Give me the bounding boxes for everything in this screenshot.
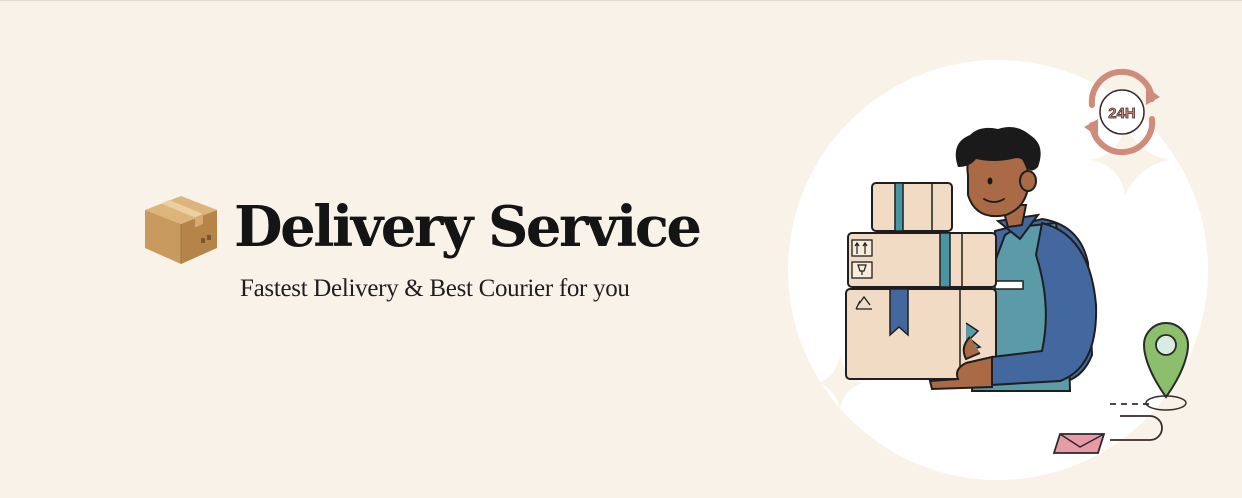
top-border <box>0 0 1242 1</box>
delivery-illustration: 24H <box>788 60 1208 480</box>
cardboard-box-icon <box>145 196 217 264</box>
envelope-icon <box>1052 433 1106 454</box>
badge-label: 24H <box>1108 105 1136 122</box>
page-title: Delivery Service <box>234 194 702 260</box>
page-subtitle: Fastest Delivery & Best Courier for you <box>240 275 630 302</box>
